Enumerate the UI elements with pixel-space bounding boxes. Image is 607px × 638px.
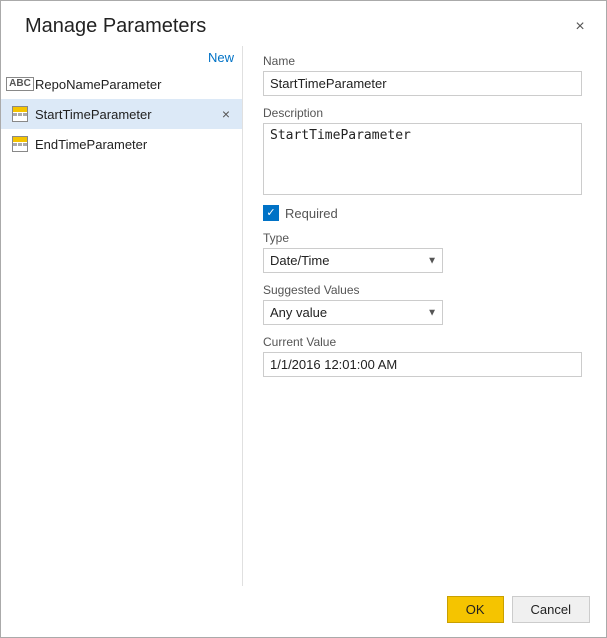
param-label: RepoNameParameter <box>35 77 234 92</box>
description-label: Description <box>263 106 582 120</box>
cancel-button[interactable]: Cancel <box>512 596 590 623</box>
param-label: EndTimeParameter <box>35 137 234 152</box>
type-select[interactable]: Date/Time Text Number Boolean Binary Lis… <box>263 248 443 273</box>
required-checkbox[interactable]: ✓ <box>263 205 279 221</box>
close-button[interactable]: × <box>570 17 590 37</box>
current-value-field-group: Current Value <box>263 335 582 377</box>
title-bar: Manage Parameters × <box>1 1 606 46</box>
required-label: Required <box>285 206 338 221</box>
name-label: Name <box>263 54 582 68</box>
suggested-label: Suggested Values <box>263 283 582 297</box>
dialog-title: Manage Parameters <box>25 15 206 38</box>
checkmark-icon: ✓ <box>266 208 275 219</box>
calendar-icon <box>11 105 29 123</box>
ok-button[interactable]: OK <box>447 596 504 623</box>
type-select-wrapper: Date/Time Text Number Boolean Binary Lis… <box>263 248 443 273</box>
suggested-select[interactable]: Any value List of values <box>263 300 443 325</box>
list-item[interactable]: EndTimeParameter <box>1 129 242 159</box>
dialog-body: New ABC RepoNameParameter <box>1 46 606 586</box>
suggested-select-wrapper: Any value List of values ▼ <box>263 300 443 325</box>
parameter-list: ABC RepoNameParameter <box>1 69 242 586</box>
description-textarea[interactable]: StartTimeParameter <box>263 123 582 195</box>
name-input[interactable] <box>263 71 582 96</box>
suggested-field-group: Suggested Values Any value List of value… <box>263 283 582 325</box>
calendar-icon <box>11 135 29 153</box>
dialog-footer: OK Cancel <box>1 586 606 637</box>
right-panel: Name Description StartTimeParameter ✓ Re… <box>243 46 606 586</box>
manage-parameters-dialog: Manage Parameters × New ABC RepoNamePara… <box>0 0 607 638</box>
delete-param-button[interactable]: × <box>218 106 234 122</box>
type-field-group: Type Date/Time Text Number Boolean Binar… <box>263 231 582 273</box>
list-item[interactable]: StartTimeParameter × <box>1 99 242 129</box>
left-panel: New ABC RepoNameParameter <box>1 46 243 586</box>
type-label: Type <box>263 231 582 245</box>
new-link[interactable]: New <box>208 50 234 65</box>
list-item[interactable]: ABC RepoNameParameter <box>1 69 242 99</box>
abc-icon: ABC <box>11 75 29 93</box>
new-link-row: New <box>1 46 242 69</box>
name-field-group: Name <box>263 54 582 96</box>
current-value-input[interactable] <box>263 352 582 377</box>
required-row: ✓ Required <box>263 205 582 221</box>
current-value-label: Current Value <box>263 335 582 349</box>
param-label: StartTimeParameter <box>35 107 218 122</box>
description-field-group: Description StartTimeParameter <box>263 106 582 195</box>
